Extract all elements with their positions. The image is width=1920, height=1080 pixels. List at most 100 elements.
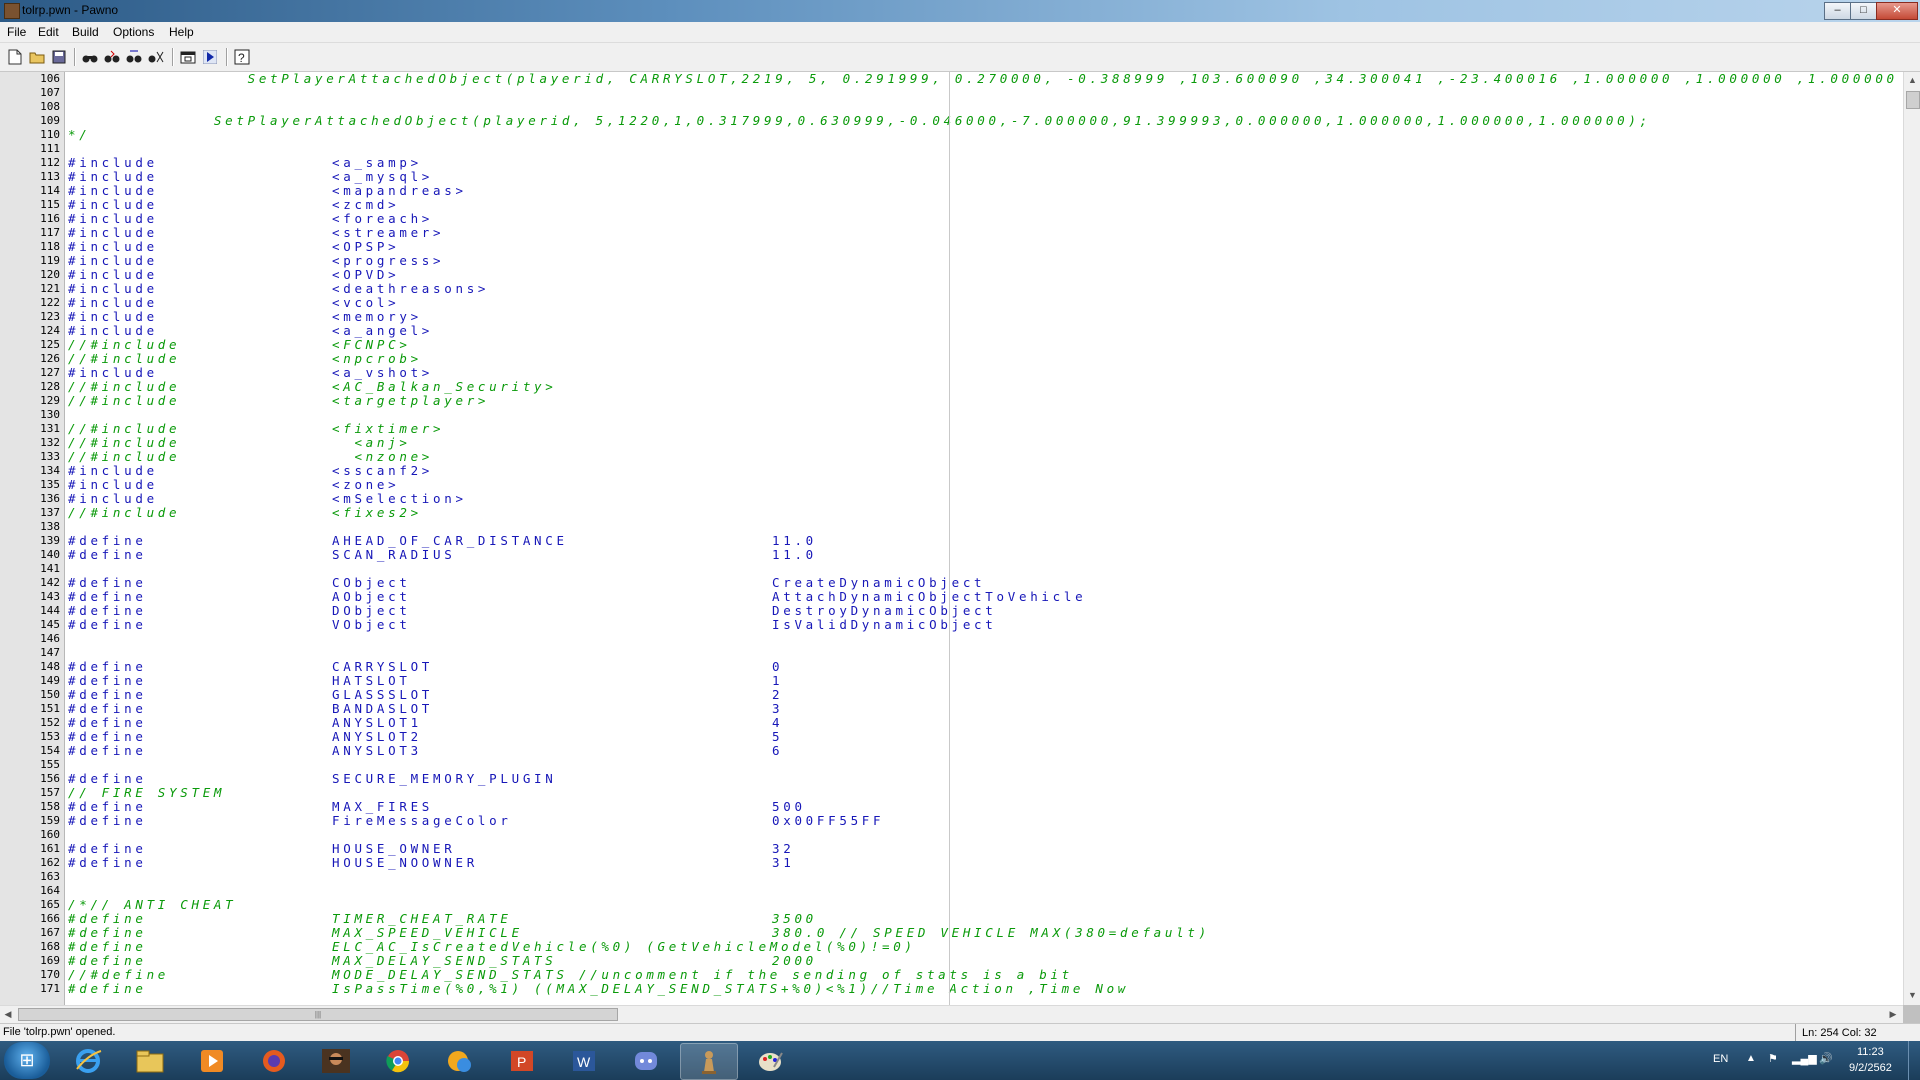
code-line[interactable] bbox=[68, 646, 1894, 660]
horizontal-scroll-thumb[interactable]: ||| bbox=[18, 1008, 618, 1021]
code-line[interactable]: // FIRE SYSTEM bbox=[68, 786, 1894, 800]
new-window-icon[interactable] bbox=[178, 47, 198, 67]
code-line[interactable]: #include <OPVD> bbox=[68, 268, 1894, 282]
code-line[interactable]: #define ELC_AC_IsCreatedVehicle(%0) (GetV… bbox=[68, 940, 1894, 954]
code-line[interactable]: #include <sscanf2> bbox=[68, 464, 1894, 478]
scroll-down-arrow-icon[interactable]: ▼ bbox=[1904, 987, 1920, 1003]
code-line[interactable]: //#define MODE_DELAY_SEND_STATS //uncomme… bbox=[68, 968, 1894, 982]
code-line[interactable]: #include <mapandreas> bbox=[68, 184, 1894, 198]
menu-file[interactable]: File bbox=[7, 25, 26, 39]
start-orb-icon[interactable]: ⊞ bbox=[4, 1042, 50, 1079]
code-line[interactable]: #include <a_vshot> bbox=[68, 366, 1894, 380]
code-line[interactable]: #include <progress> bbox=[68, 254, 1894, 268]
code-line[interactable]: #include <a_angel> bbox=[68, 324, 1894, 338]
save-icon[interactable] bbox=[49, 47, 69, 67]
game-icon[interactable] bbox=[308, 1043, 364, 1078]
scroll-right-arrow-icon[interactable]: ▶ bbox=[1885, 1006, 1901, 1023]
code-line[interactable]: #define AObject AttachDynamicObjectToVehic… bbox=[68, 590, 1894, 604]
code-line[interactable]: #define ANYSLOT1 4 bbox=[68, 716, 1894, 730]
code-line[interactable]: #define TIMER_CHEAT_RATE 3500 bbox=[68, 912, 1894, 926]
code-line[interactable]: //#include <AC_Balkan_Security> bbox=[68, 380, 1894, 394]
code-line[interactable]: #include <foreach> bbox=[68, 212, 1894, 226]
menu-help[interactable]: Help bbox=[169, 25, 194, 39]
file-explorer-icon[interactable] bbox=[122, 1043, 178, 1078]
code-line[interactable]: #define AHEAD_OF_CAR_DISTANCE 11.0 bbox=[68, 534, 1894, 548]
language-indicator[interactable]: EN bbox=[1713, 1053, 1728, 1065]
code-line[interactable] bbox=[68, 86, 1894, 100]
network-warning-icon[interactable]: ⚑ bbox=[1768, 1052, 1778, 1065]
internet-explorer-icon[interactable] bbox=[60, 1043, 116, 1078]
menu-build[interactable]: Build bbox=[72, 25, 99, 39]
code-line[interactable] bbox=[68, 884, 1894, 898]
discord-icon[interactable] bbox=[618, 1043, 674, 1078]
code-line[interactable]: #define MAX_SPEED_VEHICLE 380.0 // SPEED V… bbox=[68, 926, 1894, 940]
code-line[interactable] bbox=[68, 100, 1894, 114]
code-line[interactable]: #include <zone> bbox=[68, 478, 1894, 492]
code-line[interactable]: #define HOUSE_OWNER 32 bbox=[68, 842, 1894, 856]
menu-edit[interactable]: Edit bbox=[38, 25, 59, 39]
code-line[interactable]: #define HATSLOT 1 bbox=[68, 674, 1894, 688]
code-line[interactable] bbox=[68, 758, 1894, 772]
firefox-icon[interactable] bbox=[246, 1043, 302, 1078]
volume-icon[interactable]: 🔊 bbox=[1819, 1052, 1833, 1065]
code-line[interactable] bbox=[68, 408, 1894, 422]
code-line[interactable]: #include <memory> bbox=[68, 310, 1894, 324]
menu-options[interactable]: Options bbox=[113, 25, 154, 39]
code-line[interactable]: #define BANDASLOT 3 bbox=[68, 702, 1894, 716]
show-desktop-button[interactable] bbox=[1908, 1041, 1920, 1080]
signal-icon[interactable]: ▂▄▆ bbox=[1792, 1052, 1817, 1065]
tray-expand-icon[interactable]: ▲ bbox=[1746, 1053, 1756, 1064]
clock-date[interactable]: 9/2/2562 bbox=[1849, 1062, 1892, 1074]
code-line[interactable]: //#include <fixtimer> bbox=[68, 422, 1894, 436]
code-line[interactable]: #include <deathreasons> bbox=[68, 282, 1894, 296]
code-line[interactable]: #define VObject IsValidDynamicObject bbox=[68, 618, 1894, 632]
code-line[interactable]: //#include <nzone> bbox=[68, 450, 1894, 464]
pawno-icon[interactable] bbox=[680, 1043, 738, 1080]
code-line[interactable] bbox=[68, 142, 1894, 156]
code-line[interactable] bbox=[68, 562, 1894, 576]
close-button[interactable]: ✕ bbox=[1876, 2, 1918, 20]
code-line[interactable]: #define CObject CreateDynamicObject bbox=[68, 576, 1894, 590]
clock-time[interactable]: 11:23 bbox=[1857, 1046, 1884, 1058]
code-line[interactable]: #define MAX_FIRES 500 bbox=[68, 800, 1894, 814]
scroll-up-arrow-icon[interactable]: ▲ bbox=[1904, 72, 1920, 88]
find-icon[interactable] bbox=[80, 47, 100, 67]
run-icon[interactable] bbox=[200, 47, 220, 67]
find-next-icon[interactable] bbox=[102, 47, 122, 67]
paint-icon[interactable] bbox=[742, 1043, 798, 1078]
minimize-button[interactable]: – bbox=[1824, 2, 1851, 20]
code-line[interactable] bbox=[68, 632, 1894, 646]
powerpoint-icon[interactable]: P bbox=[494, 1043, 550, 1078]
code-line[interactable]: #define GLASSSLOT 2 bbox=[68, 688, 1894, 702]
code-line[interactable]: SetPlayerAttachedObject(playerid, CARRYS… bbox=[68, 72, 1894, 86]
code-line[interactable]: */ bbox=[68, 128, 1894, 142]
code-line[interactable]: //#include <targetplayer> bbox=[68, 394, 1894, 408]
code-line[interactable] bbox=[68, 870, 1894, 884]
new-file-icon[interactable] bbox=[5, 47, 25, 67]
code-line[interactable]: #define SCAN_RADIUS 11.0 bbox=[68, 548, 1894, 562]
code-line[interactable]: #define IsPassTime(%0,%1) ((MAX_DELAY_SEN… bbox=[68, 982, 1894, 996]
code-line[interactable]: #define FireMessageColor 0x00FF55FF bbox=[68, 814, 1894, 828]
vertical-scrollbar[interactable]: ▲ ▼ bbox=[1903, 72, 1920, 1005]
code-line[interactable] bbox=[68, 828, 1894, 842]
code-line[interactable]: //#include <FCNPC> bbox=[68, 338, 1894, 352]
code-line[interactable]: /*// ANTI CHEAT bbox=[68, 898, 1894, 912]
open-file-icon[interactable] bbox=[27, 47, 47, 67]
word-icon[interactable]: W bbox=[556, 1043, 612, 1078]
code-line[interactable] bbox=[68, 520, 1894, 534]
help-icon[interactable]: ? bbox=[232, 47, 252, 67]
code-area[interactable]: SetPlayerAttachedObject(playerid, CARRYS… bbox=[68, 72, 1894, 1005]
code-line[interactable]: SetPlayerAttachedObject(playerid, 5,1220… bbox=[68, 114, 1894, 128]
code-line[interactable]: #include <streamer> bbox=[68, 226, 1894, 240]
code-line[interactable]: #include <a_mysql> bbox=[68, 170, 1894, 184]
fire-app-icon[interactable] bbox=[432, 1043, 488, 1078]
code-line[interactable]: #define MAX_DELAY_SEND_STATS 2000 bbox=[68, 954, 1894, 968]
horizontal-scrollbar[interactable]: ◀ ||| ▶ bbox=[0, 1005, 1903, 1023]
code-line[interactable]: #include <a_samp> bbox=[68, 156, 1894, 170]
code-line[interactable]: //#include <anj> bbox=[68, 436, 1894, 450]
code-line[interactable]: #define ANYSLOT3 6 bbox=[68, 744, 1894, 758]
media-player-icon[interactable] bbox=[184, 1043, 240, 1078]
title-bar[interactable]: tolrp.pwn - Pawno – □ ✕ bbox=[0, 0, 1920, 22]
code-line[interactable]: #define SECURE_MEMORY_PLUGIN bbox=[68, 772, 1894, 786]
vertical-scroll-thumb[interactable] bbox=[1906, 91, 1920, 109]
